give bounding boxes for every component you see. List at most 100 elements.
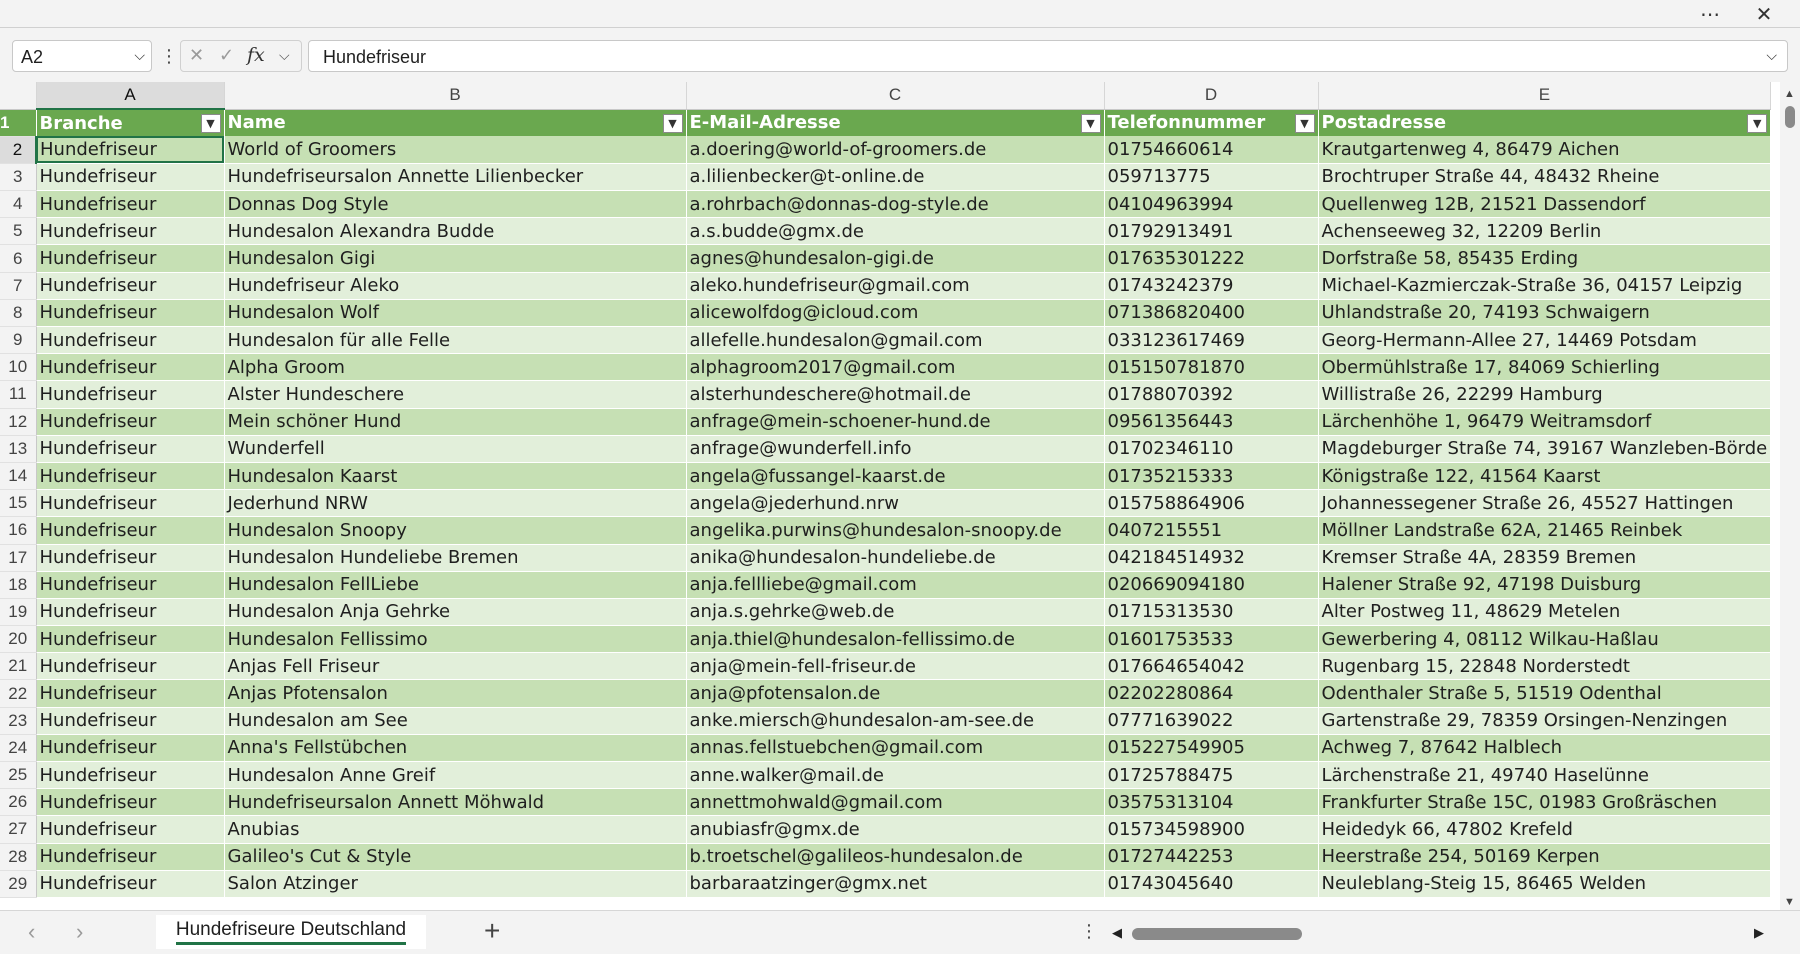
table-cell[interactable]: Alpha Groom [224, 353, 687, 382]
table-cell[interactable]: 015150781870 [1104, 353, 1319, 382]
row-number[interactable]: 15 [0, 489, 37, 518]
chevron-down-icon[interactable]: ⌵ [134, 47, 145, 64]
table-cell[interactable]: anubiasfr@gmx.de [686, 815, 1105, 844]
table-cell[interactable]: a.doering@world-of-groomers.de [686, 136, 1105, 164]
table-cell[interactable]: Hundefriseur [36, 217, 225, 246]
table-cell[interactable]: Hundefriseur [36, 489, 225, 518]
filter-dropdown-icon[interactable]: ▼ [1294, 113, 1315, 133]
row-number[interactable]: 18 [0, 571, 37, 599]
table-cell[interactable]: 01743242379 [1104, 272, 1319, 300]
table-cell[interactable]: Hundefriseur [36, 462, 225, 491]
table-cell[interactable]: anja@mein-fell-friseur.de [686, 652, 1105, 681]
table-cell[interactable]: 02202280864 [1104, 679, 1319, 708]
formula-input[interactable]: Hundefriseur ⌵ [308, 40, 1788, 72]
table-cell[interactable]: 059713775 [1104, 163, 1319, 192]
table-cell[interactable]: Hundefriseur [36, 788, 225, 817]
table-cell[interactable]: Hundesalon Anja Gehrke [224, 598, 687, 627]
row-number[interactable]: 13 [0, 435, 37, 463]
table-cell[interactable]: anja@pfotensalon.de [686, 679, 1105, 708]
table-cell[interactable]: Hundefriseur [36, 679, 225, 708]
filter-dropdown-icon[interactable]: ▼ [1747, 113, 1768, 133]
table-cell[interactable]: Hundesalon Wolf [224, 299, 687, 328]
table-cell[interactable]: Hundefriseur [36, 571, 225, 599]
table-cell[interactable]: 01725788475 [1104, 761, 1319, 790]
horizontal-scroll-thumb[interactable] [1132, 928, 1302, 940]
table-cell[interactable]: Hundefriseur [36, 707, 225, 735]
table-cell[interactable]: Hundefriseur [36, 544, 225, 572]
table-cell[interactable]: Odenthaler Straße 5, 51519 Odenthal [1318, 679, 1772, 708]
table-cell[interactable]: Hundefriseursalon Annett Möhwald [224, 788, 687, 817]
table-cell[interactable]: Hundesalon für alle Felle [224, 326, 687, 355]
row-number[interactable]: 3 [0, 163, 37, 192]
table-cell[interactable]: a.lilienbecker@t-online.de [686, 163, 1105, 192]
vertical-scroll-thumb[interactable] [1785, 106, 1795, 128]
table-cell[interactable]: Hundefriseur [36, 843, 225, 871]
table-cell[interactable]: Hundefriseur [36, 408, 225, 436]
sheet-tab-hundefriseure-deutschland[interactable]: Hundefriseure Deutschland [156, 915, 426, 949]
table-cell[interactable]: agnes@hundesalon-gigi.de [686, 244, 1105, 273]
table-header-cell[interactable]: Name ▼ [224, 109, 687, 137]
table-cell[interactable]: Obermühlstraße 17, 84069 Schierling [1318, 353, 1772, 382]
cancel-icon[interactable]: ✕ [189, 45, 204, 66]
column-header-e[interactable]: E [1318, 82, 1772, 110]
table-cell[interactable]: Heidedyk 66, 47802 Krefeld [1318, 815, 1772, 844]
scroll-up-icon[interactable]: ▲ [1784, 88, 1795, 100]
table-cell[interactable]: Hundesalon Hundeliebe Bremen [224, 544, 687, 572]
table-cell[interactable]: Alter Postweg 11, 48629 Metelen [1318, 598, 1772, 627]
table-cell[interactable]: Hundefriseur [36, 598, 225, 627]
table-cell[interactable]: Hundefriseur [36, 761, 225, 790]
row-number[interactable]: 14 [0, 462, 37, 491]
table-cell[interactable]: Lärchenstraße 21, 49740 Haselünne [1318, 761, 1772, 790]
table-cell[interactable]: 07771639022 [1104, 707, 1319, 735]
table-cell[interactable]: Donnas Dog Style [224, 190, 687, 219]
table-cell[interactable]: Krautgartenweg 4, 86479 Aichen [1318, 136, 1772, 164]
table-cell[interactable]: 01702346110 [1104, 435, 1319, 463]
table-cell[interactable]: 015758864906 [1104, 489, 1319, 518]
table-cell[interactable]: Achenseeweg 32, 12209 Berlin [1318, 217, 1772, 246]
row-number[interactable]: 12 [0, 408, 37, 436]
table-cell[interactable]: Magdeburger Straße 74, 39167 Wanzleben-B… [1318, 435, 1772, 463]
table-cell[interactable]: Kremser Straße 4A, 28359 Bremen [1318, 544, 1772, 572]
select-all-corner[interactable] [0, 82, 37, 110]
table-cell[interactable]: b.troetschel@galileos-hundesalon.de [686, 843, 1105, 871]
row-number[interactable]: 21 [0, 652, 37, 681]
table-cell[interactable]: Michael-Kazmierczak-Straße 36, 04157 Lei… [1318, 272, 1772, 300]
table-cell[interactable]: Galileo's Cut & Style [224, 843, 687, 871]
table-cell[interactable]: Hundesalon am See [224, 707, 687, 735]
row-number[interactable]: 17 [0, 544, 37, 572]
table-cell[interactable]: Salon Atzinger [224, 870, 687, 898]
table-cell[interactable]: annettmohwald@gmail.com [686, 788, 1105, 817]
table-cell[interactable]: Hundefriseur [36, 815, 225, 844]
table-cell[interactable]: Hundefriseur [36, 326, 225, 355]
table-cell[interactable]: Johannessegener Straße 26, 45527 Hatting… [1318, 489, 1772, 518]
table-cell[interactable]: 017635301222 [1104, 244, 1319, 273]
table-cell[interactable]: 033123617469 [1104, 326, 1319, 355]
table-cell[interactable]: Hundesalon Kaarst [224, 462, 687, 491]
row-number[interactable]: 23 [0, 707, 37, 735]
table-cell[interactable]: Heerstraße 254, 50169 Kerpen [1318, 843, 1772, 871]
table-cell[interactable]: Hundesalon Alexandra Budde [224, 217, 687, 246]
plus-icon[interactable]: + [484, 915, 500, 947]
table-cell[interactable]: annas.fellstuebchen@gmail.com [686, 734, 1105, 763]
table-cell[interactable]: Hundefriseur [36, 163, 225, 192]
table-cell[interactable]: Uhlandstraße 20, 74193 Schwaigern [1318, 299, 1772, 328]
table-cell[interactable]: a.s.budde@gmx.de [686, 217, 1105, 246]
row-number[interactable]: 11 [0, 380, 37, 409]
column-header-a[interactable]: A [36, 82, 225, 110]
table-cell[interactable]: 04104963994 [1104, 190, 1319, 219]
table-cell[interactable]: Frankfurter Straße 15C, 01983 Großräsche… [1318, 788, 1772, 817]
table-cell[interactable]: Lärchenhöhe 1, 96479 Weitramsdorf [1318, 408, 1772, 436]
table-cell[interactable]: Hundefriseur [36, 870, 225, 898]
table-cell[interactable]: 09561356443 [1104, 408, 1319, 436]
table-cell[interactable]: 042184514932 [1104, 544, 1319, 572]
chevron-down-icon[interactable]: ⌵ [279, 47, 290, 64]
more-vertical-icon[interactable]: ⋮ [1080, 921, 1098, 942]
table-cell[interactable]: Anjas Pfotensalon [224, 679, 687, 708]
table-cell[interactable]: Jederhund NRW [224, 489, 687, 518]
table-cell[interactable]: World of Groomers [224, 136, 687, 164]
table-cell[interactable]: Gartenstraße 29, 78359 Orsingen-Nenzinge… [1318, 707, 1772, 735]
table-header-cell[interactable]: Branche ▼ [36, 109, 225, 137]
table-cell[interactable]: Hundefriseur [36, 652, 225, 681]
table-cell[interactable]: anika@hundesalon-hundeliebe.de [686, 544, 1105, 572]
table-cell[interactable]: anfrage@wunderfell.info [686, 435, 1105, 463]
